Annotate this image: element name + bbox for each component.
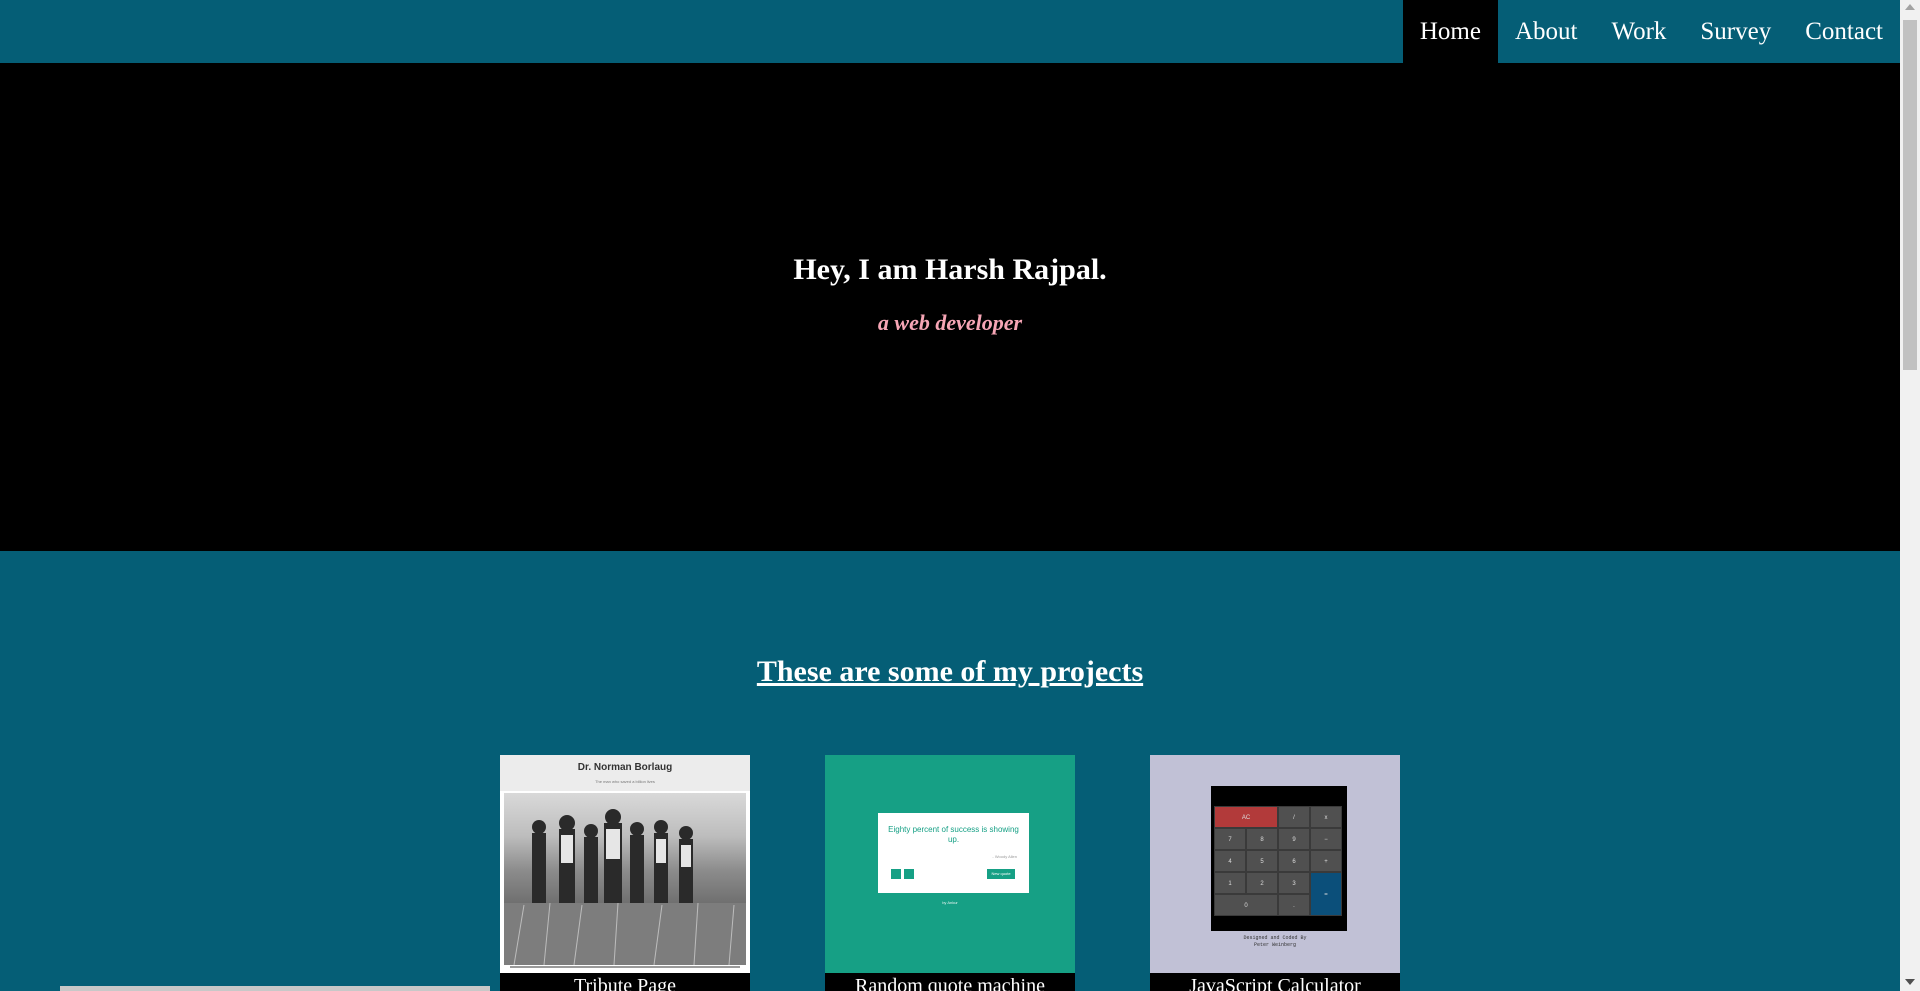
nav-link-contact[interactable]: Contact [1788, 0, 1900, 63]
field-photo-image [504, 793, 746, 966]
tribute-page-thumbnail: Dr. Norman Borlaug The man who saved a b… [500, 755, 750, 973]
project-tile-quote-machine[interactable]: Eighty percent of success is showing up.… [825, 755, 1075, 991]
calculator-key: 1 [1214, 872, 1246, 894]
calculator-credit: Designed and Coded By Peter Weinberg [1243, 935, 1307, 948]
quote-text: Eighty percent of success is showing up. [888, 825, 1019, 844]
calculator-key: 2 [1246, 872, 1278, 894]
calculator-key: − [1310, 828, 1342, 850]
calculator-body: AC / x 7 8 9− 4 5 6 +1 2 3 = 0. [1211, 786, 1347, 931]
calculator-thumbnail: AC / x 7 8 9− 4 5 6 +1 2 3 = 0. Designed and Coded By… [1150, 755, 1400, 973]
thumbnail-title: Dr. Norman Borlaug [577, 762, 673, 773]
quote-machine-thumbnail: Eighty percent of success is showing up.… [825, 755, 1075, 973]
project-tile-caption: Tribute Page [500, 973, 750, 991]
scroll-up-arrow-icon[interactable] [1905, 4, 1915, 10]
hero-subtitle: a web developer [877, 310, 1023, 335]
scrollbar-thumb[interactable] [1903, 20, 1917, 370]
nav-link-survey[interactable]: Survey [1683, 0, 1788, 63]
top-navbar: Home About Work Survey Contact [0, 0, 1900, 63]
calculator-key: . [1278, 894, 1310, 916]
project-tile-caption: JavaScript Calculator [1150, 973, 1400, 991]
calculator-key: 0 [1214, 894, 1278, 916]
vertical-scrollbar[interactable] [1900, 0, 1920, 991]
welcome-section: Hey, I am Harsh Rajpal. a web developer [0, 63, 1900, 551]
horizontal-scroll-indicator [60, 986, 490, 991]
hero-title: Hey, I am Harsh Rajpal. [793, 253, 1107, 286]
twitter-icon [891, 869, 901, 879]
page: Home About Work Survey Contact Hey, I am… [0, 0, 1900, 991]
nav-link-about[interactable]: About [1498, 0, 1595, 63]
calculator-key: AC [1214, 806, 1278, 828]
calculator-key: 9 [1278, 828, 1310, 850]
people-in-field-illustration [504, 809, 746, 966]
calculator-key: + [1310, 850, 1342, 872]
project-tile-tribute[interactable]: Dr. Norman Borlaug The man who saved a b… [500, 755, 750, 991]
nav-link-home[interactable]: Home [1402, 0, 1498, 63]
project-tile-calculator[interactable]: AC / x 7 8 9− 4 5 6 +1 2 3 = 0. Designed and Coded By… [1150, 755, 1400, 991]
project-tile-caption: Random quote machine [825, 973, 1075, 991]
tumblr-icon [904, 869, 914, 879]
thumbnail-caption-line [510, 966, 740, 968]
quote-author: - Woody Allen [992, 854, 1017, 859]
thumbnail-header [500, 755, 750, 791]
calculator-key: 5 [1246, 850, 1278, 872]
new-quote-button: New quote [987, 869, 1015, 879]
nav-link-work[interactable]: Work [1594, 0, 1683, 63]
projects-heading: These are some of my projects [756, 655, 1144, 688]
thumbnail-subtitle: The man who saved a billion lives [595, 779, 655, 784]
calculator-key: 6 [1278, 850, 1310, 872]
calculator-key: 8 [1246, 828, 1278, 850]
calculator-key: 3 [1278, 872, 1310, 894]
quote-card: Eighty percent of success is showing up.… [878, 813, 1029, 893]
scroll-down-arrow-icon[interactable] [1905, 979, 1915, 985]
calculator-key: 7 [1214, 828, 1246, 850]
quote-credit: by Ankur [942, 900, 958, 905]
calculator-key: 4 [1214, 850, 1246, 872]
calculator-key: x [1310, 806, 1342, 828]
calculator-key: = [1310, 872, 1342, 916]
calculator-key: / [1278, 806, 1310, 828]
